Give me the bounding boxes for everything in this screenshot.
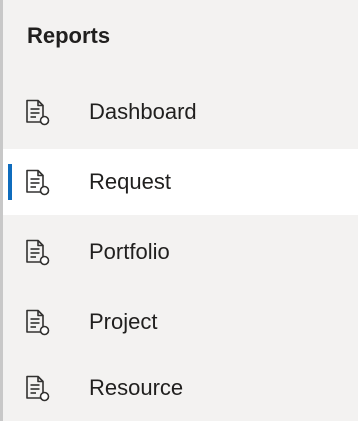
report-icon [26, 375, 50, 402]
nav-item-portfolio[interactable]: Portfolio [3, 219, 358, 285]
report-icon [26, 99, 50, 126]
nav-item-label: Request [89, 169, 171, 194]
nav-item-label: Portfolio [89, 239, 170, 264]
nav-item-resource[interactable]: Resource [3, 355, 358, 421]
report-icon [26, 169, 50, 196]
report-icon [26, 239, 50, 266]
report-icon [26, 309, 50, 336]
nav-item-label: Project [89, 309, 158, 334]
nav-item-request[interactable]: Request [3, 149, 358, 215]
reports-nav-panel: Reports Dashboard Request Portfolio Proj… [3, 0, 358, 421]
selection-indicator [8, 164, 12, 200]
nav-item-label: Dashboard [89, 99, 197, 124]
nav-item-label: Resource [89, 375, 184, 400]
nav-item-project[interactable]: Project [3, 289, 358, 355]
nav-item-dashboard[interactable]: Dashboard [3, 79, 358, 145]
reports-section-title: Reports [27, 23, 111, 48]
